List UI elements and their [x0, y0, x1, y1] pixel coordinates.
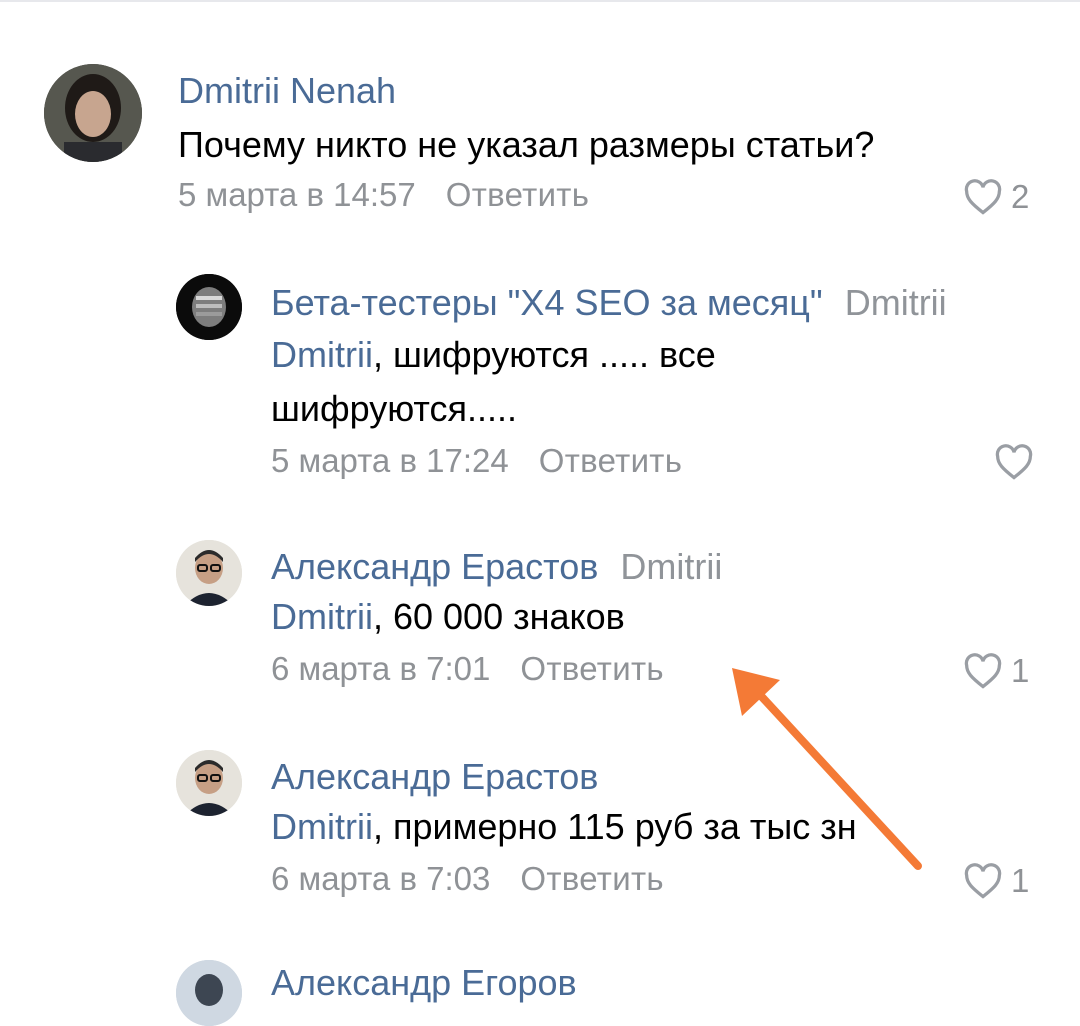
mention-link[interactable]: Dmitrii: [271, 596, 373, 637]
avatar[interactable]: [176, 960, 242, 1026]
like-count: 1: [1011, 652, 1030, 689]
comment-text: Dmitrii, шифруются ..... все шифруются..…: [271, 328, 991, 436]
like-count: 1: [1011, 862, 1030, 899]
like-button[interactable]: 2: [963, 178, 1029, 216]
mention-link[interactable]: Dmitrii: [271, 806, 373, 847]
heart-outline-icon: [964, 653, 1002, 689]
author-name[interactable]: Александр Ерастов: [271, 546, 598, 587]
heart-outline-icon: [964, 179, 1002, 215]
mention-link[interactable]: Dmitrii: [271, 334, 373, 375]
top-divider: [0, 0, 1080, 2]
comment-meta: 6 марта в 7:03 Ответить: [271, 860, 664, 898]
avatar[interactable]: [176, 540, 242, 606]
comment-text: Почему никто не указал размеры статьи?: [178, 124, 875, 165]
like-button[interactable]: [994, 444, 1034, 480]
comment-author: Александр Ерастов Dmitrii: [271, 546, 722, 588]
reply-button[interactable]: Ответить: [446, 176, 589, 213]
author-name[interactable]: Бета-тестеры "Х4 SEO за месяц": [271, 282, 823, 323]
comment-date[interactable]: 6 марта в 7:03: [271, 860, 490, 897]
avatar[interactable]: [176, 750, 242, 816]
avatar[interactable]: [44, 64, 142, 162]
comment-text-line2: шифруются.....: [271, 388, 518, 429]
reply-to-name[interactable]: Dmitrii: [620, 546, 722, 587]
comment-date[interactable]: 5 марта в 17:24: [271, 442, 509, 479]
comment-text-line1: , шифруются ..... все: [372, 334, 716, 375]
comment-author[interactable]: Александр Егоров: [271, 962, 577, 1004]
comment-author[interactable]: Александр Ерастов: [271, 756, 598, 798]
comment-text: Dmitrii, 60 000 знаков: [271, 590, 625, 644]
comment-author: Бета-тестеры "Х4 SEO за месяц" Dmitrii: [271, 282, 947, 324]
comment-text: Dmitrii, примерно 115 руб за тыс зн: [271, 800, 857, 854]
reply-button[interactable]: Ответить: [520, 860, 663, 897]
comment-text-body: , 60 000 знаков: [372, 596, 625, 637]
comment-author[interactable]: Dmitrii Nenah: [178, 70, 396, 112]
comment-text-body: , примерно 115 руб за тыс зн: [372, 806, 857, 847]
comment-meta: 6 марта в 7:01 Ответить: [271, 650, 664, 688]
like-count: 2: [1011, 178, 1030, 215]
avatar[interactable]: [176, 274, 242, 340]
reply-button[interactable]: Ответить: [520, 650, 663, 687]
like-button[interactable]: 1: [963, 862, 1029, 900]
heart-outline-icon: [995, 444, 1033, 480]
reply-button[interactable]: Ответить: [539, 442, 682, 479]
reply-to-name[interactable]: Dmitrii: [845, 282, 947, 323]
comment-date[interactable]: 6 марта в 7:01: [271, 650, 490, 687]
comment-meta: 5 марта в 17:24 Ответить: [271, 442, 682, 480]
comment-date[interactable]: 5 марта в 14:57: [178, 176, 416, 213]
comment-meta: 5 марта в 14:57 Ответить: [178, 176, 589, 214]
like-button[interactable]: 1: [963, 652, 1029, 690]
heart-outline-icon: [964, 863, 1002, 899]
